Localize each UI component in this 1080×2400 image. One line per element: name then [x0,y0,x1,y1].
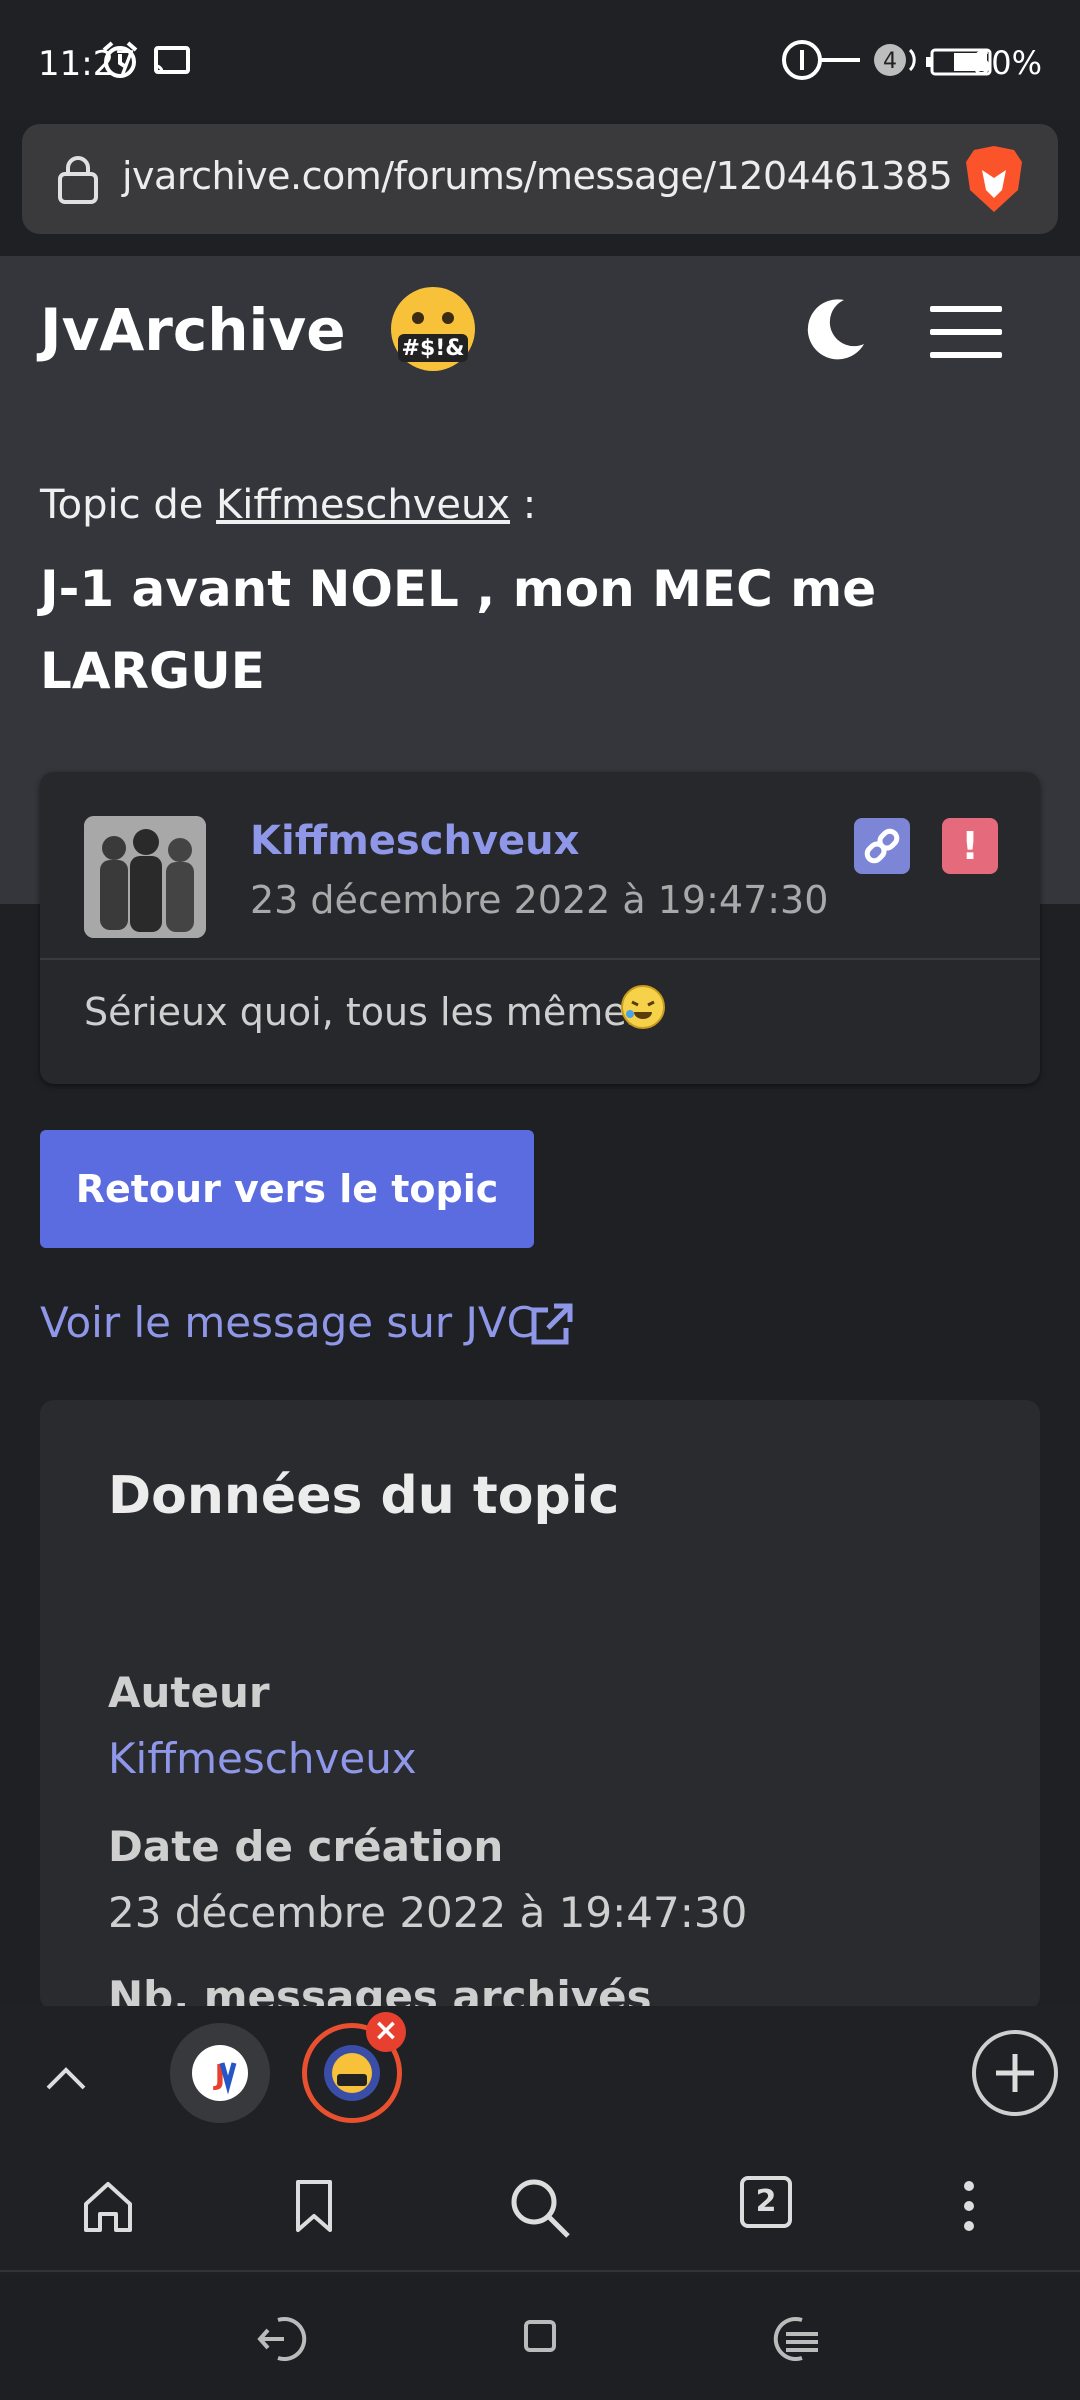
search-icon[interactable] [508,2176,572,2244]
topic-data-heading: Données du topic [108,1466,620,1526]
message-card: Kiffmeschveux 23 décembre 2022 à 19:47:3… [40,772,1040,1084]
bookmark-icon[interactable] [284,2176,344,2240]
topic-data-card: Données du topic Auteur Kiffmeschveux Da… [40,1400,1040,2021]
browser-toolbar: 2 [0,2140,1080,2272]
new-tab-button[interactable] [972,2030,1058,2116]
alarm-icon [100,40,140,84]
message-author-link[interactable]: Kiffmeschveux [250,818,579,864]
site-logo[interactable]: JvArchive [40,296,346,364]
menu-hamburger-icon[interactable] [930,304,1002,364]
view-on-jvc-link[interactable]: Voir le message sur JVC [40,1298,536,1347]
svg-text:#$!&: #$!& [402,336,465,361]
url-text[interactable]: jvarchive.com/forums/message/1204461385 [122,154,953,198]
home-square-icon[interactable] [522,2318,558,2358]
close-tab-icon[interactable]: × [366,2012,406,2052]
home-icon[interactable] [78,2176,138,2240]
tab-strip: J × [0,2006,1080,2140]
brave-lion-icon[interactable] [964,144,1024,218]
cast-icon [152,40,192,84]
crying-laugh-smiley-icon [620,984,666,1034]
system-navigation-bar [0,2274,1080,2400]
topic-suffix: : [510,482,537,528]
message-body: Sérieux quoi, tous les mêmes [84,990,647,1034]
message-date: 23 décembre 2022 à 19:47:30 [250,878,829,922]
topic-title: J-1 avant NOEL , mon MEC me LARGUE [40,560,877,700]
jv-favicon-icon: J [192,2045,248,2101]
topic-author-line: Topic de Kiffmeschveux : [40,482,536,528]
topic-author-link[interactable]: Kiffmeschveux [216,482,510,528]
topic-prefix: Topic de [40,482,217,528]
report-button[interactable]: ! [942,818,998,874]
back-to-topic-button[interactable]: Retour vers le topic [40,1130,534,1248]
address-bar[interactable]: jvarchive.com/forums/message/1204461385 [22,124,1058,234]
avatar[interactable] [84,816,206,938]
chat-icon: 4 [872,40,920,84]
key-icon [776,40,866,84]
recents-icon[interactable] [766,2314,824,2368]
created-value: 23 décembre 2022 à 19:47:30 [108,1888,748,1937]
created-label: Date de création [108,1822,504,1871]
status-bar: 11:27 4 60% [0,0,1080,120]
permalink-button[interactable] [854,818,910,874]
dark-mode-moon-icon[interactable] [800,294,870,368]
more-options-icon[interactable] [954,2176,984,2240]
external-link-icon[interactable] [528,1302,574,1352]
swearing-emoji-icon: #$!& [388,284,478,378]
author-label: Auteur [108,1668,270,1717]
author-value-link[interactable]: Kiffmeschveux [108,1734,417,1783]
battery-level: 60% [970,44,1042,82]
link-icon [864,828,900,864]
notification-count: 4 [883,49,897,74]
tab-count-button[interactable]: 2 [740,2176,792,2228]
chevron-up-icon[interactable] [44,2062,88,2096]
tab-jvc[interactable]: J [170,2023,270,2123]
back-icon[interactable] [256,2314,314,2368]
lock-icon[interactable] [56,154,100,208]
plus-icon [996,2054,1034,2092]
card-divider [40,958,1040,960]
